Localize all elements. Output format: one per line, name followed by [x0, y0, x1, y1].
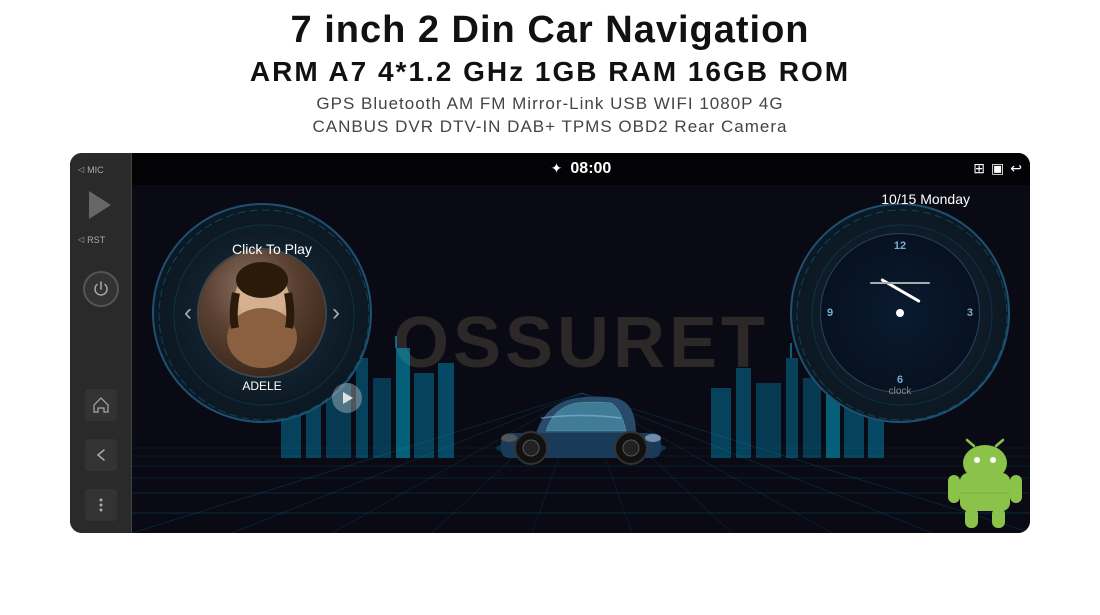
page-wrapper: 7 inch 2 Din Car Navigation ARM A7 4*1.2…: [0, 0, 1100, 615]
prev-button[interactable]: ‹: [184, 299, 192, 327]
next-button[interactable]: ›: [332, 299, 340, 327]
clock-center: [896, 309, 904, 317]
mic-label: ◁ MIC: [78, 165, 104, 175]
car-unit: ◁ MIC ◁ RST: [70, 153, 1030, 533]
album-image: [199, 250, 325, 376]
bottom-buttons: [85, 389, 117, 521]
time-display: 08:00: [570, 160, 611, 178]
home-button[interactable]: [85, 389, 117, 421]
clock-widget: 12 3 6 9 clock: [790, 203, 1010, 423]
clock-6: 6: [897, 374, 903, 386]
clock-outer-ring: 12 3 6 9 clock: [790, 203, 1010, 423]
clock-face: 12 3 6 9 clock: [820, 233, 980, 393]
expand-icon: ⊞: [973, 160, 985, 177]
page-title: 7 inch 2 Din Car Navigation: [0, 10, 1100, 52]
back-icon: ↩: [1010, 160, 1022, 177]
play-button[interactable]: [78, 183, 122, 227]
date-display: 10/15 Monday: [881, 191, 970, 207]
screen-area: ✦ 08:00 ⊞ ▣ ↩ OSSURET: [132, 153, 1030, 533]
bluetooth-icon: ✦: [551, 160, 563, 177]
status-bar-center: ✦ 08:00: [551, 160, 612, 178]
clock-3: 3: [967, 307, 973, 319]
rst-label: ◁ RST: [78, 235, 105, 245]
status-right: ⊞ ▣ ↩: [973, 160, 1022, 177]
menu-button[interactable]: [85, 489, 117, 521]
album-play-overlay[interactable]: [332, 383, 362, 413]
clock-label: clock: [889, 386, 912, 397]
left-panel: ◁ MIC ◁ RST: [70, 153, 132, 533]
minute-hand: [900, 253, 901, 313]
artist-name: ADELE: [242, 379, 281, 393]
features-line2: CANBUS DVR DTV-IN DAB+ TPMS OBD2 Rear Ca…: [0, 117, 1100, 137]
android-mascot: [945, 438, 1025, 528]
window-icon: ▣: [991, 160, 1004, 177]
features-line1: GPS Bluetooth AM FM Mirror-Link USB WIFI…: [0, 94, 1100, 114]
clock-12: 12: [894, 240, 906, 252]
car-image: [481, 363, 681, 473]
album-art: [197, 248, 327, 378]
status-bar: ✦ 08:00 ⊞ ▣ ↩: [132, 153, 1030, 185]
power-button[interactable]: [83, 271, 119, 307]
click-to-play-label[interactable]: Click To Play: [232, 241, 312, 257]
header-section: 7 inch 2 Din Car Navigation ARM A7 4*1.2…: [0, 0, 1100, 143]
back-button[interactable]: [85, 439, 117, 471]
music-player: Click To Play ‹ › ADELE: [152, 203, 372, 423]
specs-line: ARM A7 4*1.2 GHz 1GB RAM 16GB ROM: [0, 56, 1100, 88]
clock-9: 9: [827, 307, 833, 319]
